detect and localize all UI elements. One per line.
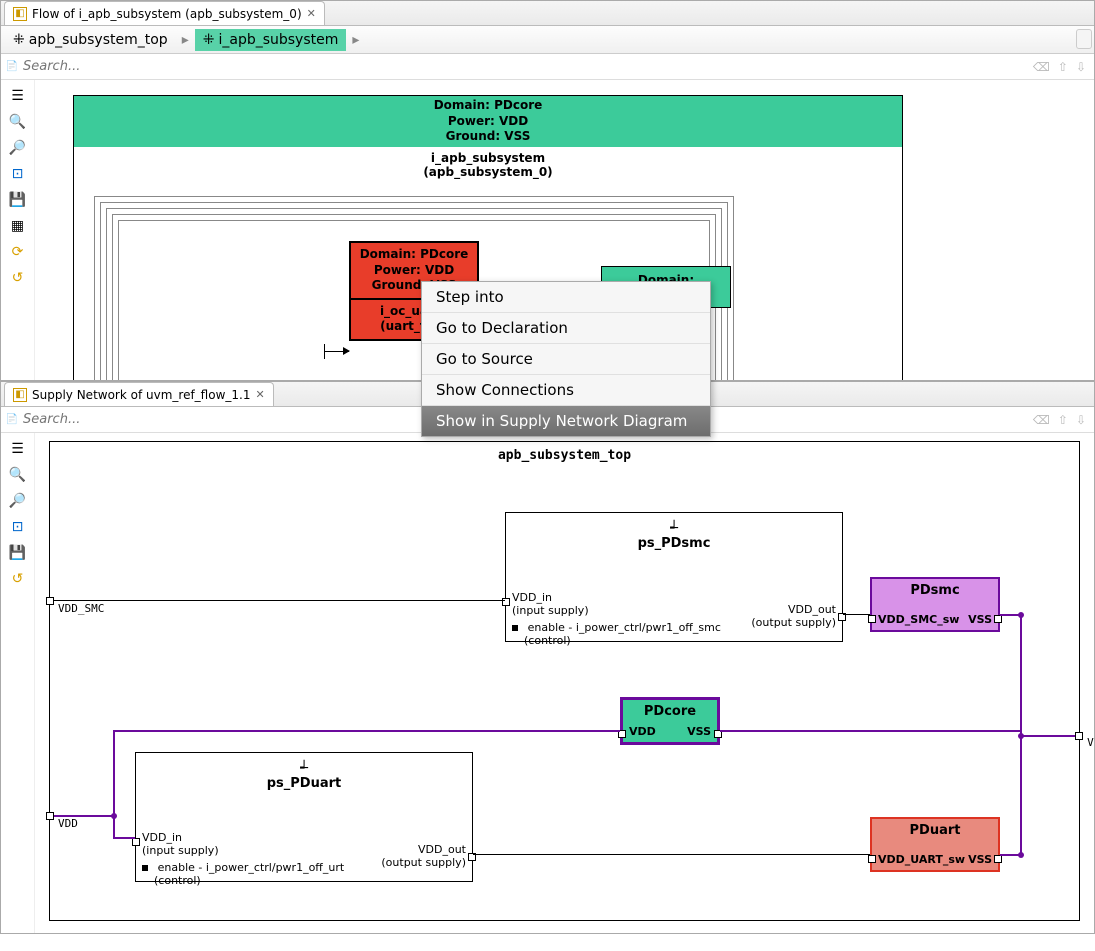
supply-network-pane: ◧ Supply Network of uvm_ref_flow_1.1 ✕ 📄… [0,381,1095,934]
ctx-show-supply-network[interactable]: Show in Supply Network Diagram [422,406,710,436]
domain-header: Domain: PDcore Power: VDD Ground: VSS [74,96,902,147]
chip-icon: ⁜ [203,32,215,48]
ps-pdsmc-block[interactable]: ┵ ps_PDsmc VDD_in (input supply) enable … [505,512,843,642]
pdcore-block[interactable]: PDcore VDD VSS [620,697,720,745]
label-vdd-smc: VDD_SMC [58,602,104,615]
loop-icon[interactable]: ↺ [10,270,26,286]
block-title: i_apb_subsystem (apb_subsystem_0) [74,147,902,183]
port-vdd-smc[interactable] [46,597,54,605]
left-toolbar: ☰ 🔍 🔎 ⊡ 💾 ↺ [1,433,35,933]
zoom-in-icon[interactable]: 🔍 [10,114,26,130]
filter-icon[interactable]: 📄 [5,413,19,427]
top-block-title: apb_subsystem_top [50,442,1079,469]
supply-body: ☰ 🔍 🔎 ⊡ 💾 ↺ apb_subsystem_top VDD_SMC VD… [1,433,1094,933]
search-bar: 📄 ⌫ ⇧ ⇩ [1,54,1094,80]
wire [473,854,870,855]
zoom-in-icon[interactable]: 🔍 [10,467,26,483]
refresh-icon[interactable]: ⟳ [10,244,26,260]
tab-label: Flow of i_apb_subsystem (apb_subsystem_0… [32,7,302,21]
ctx-go-to-source[interactable]: Go to Source [422,344,710,375]
port-vdd[interactable] [46,812,54,820]
pdsmc-block[interactable]: PDsmc VDD_SMC_sw VSS [870,577,1000,632]
search-tools: ⌫ ⇧ ⇩ [1033,413,1090,427]
search-input[interactable] [23,59,1029,74]
chevron-right-icon: ▸ [180,32,191,48]
search-tools: ⌫ ⇧ ⇩ [1033,60,1090,74]
flow-icon: ◧ [13,7,27,21]
zoom-fit-icon[interactable]: ⊡ [10,166,26,182]
zoom-out-icon[interactable]: 🔎 [10,493,26,509]
ps-pduart-block[interactable]: ┵ ps_PDuart VDD_in (input supply) enable… [135,752,473,882]
chip-icon: ⁜ [13,32,25,48]
loop-icon[interactable]: ↺ [10,571,26,587]
ctx-show-connections[interactable]: Show Connections [422,375,710,406]
clear-icon[interactable]: ⌫ [1033,60,1050,74]
label-vss: VSS [1087,736,1094,749]
save-icon[interactable]: 💾 [10,192,26,208]
arrow-icon [343,347,350,355]
top-block[interactable]: apb_subsystem_top VDD_SMC VDD VSS ┵ ps_P… [49,441,1080,921]
supply-canvas[interactable]: apb_subsystem_top VDD_SMC VDD VSS ┵ ps_P… [35,433,1094,933]
zoom-out-icon[interactable]: 🔎 [10,140,26,156]
ctx-step-into[interactable]: Step into [422,282,710,313]
grid-icon[interactable]: ▦ [10,218,26,234]
breadcrumb-item-top[interactable]: ⁜ apb_subsystem_top [5,29,176,51]
save-icon[interactable]: 💾 [10,545,26,561]
filter-icon[interactable]: 📄 [5,60,19,74]
tab-supply-network[interactable]: ◧ Supply Network of uvm_ref_flow_1.1 ✕ [4,382,274,406]
breadcrumb: ⁜ apb_subsystem_top ▸ ⁜ i_apb_subsystem … [1,26,1094,54]
chevron-right-icon: ▸ [350,32,361,48]
wire [843,614,870,615]
wire [720,730,1022,732]
clear-icon[interactable]: ⌫ [1033,413,1050,427]
breadcrumb-item-subsystem[interactable]: ⁜ i_apb_subsystem [195,29,347,51]
tree-icon[interactable]: ☰ [10,441,26,457]
left-toolbar: ☰ 🔍 🔎 ⊡ 💾 ▦ ⟳ ↺ [1,80,35,380]
down-icon[interactable]: ⇩ [1076,60,1086,74]
down-icon[interactable]: ⇩ [1076,413,1086,427]
overflow-button[interactable] [1076,29,1092,49]
net-icon: ◧ [13,388,27,402]
close-icon[interactable]: ✕ [255,388,264,401]
tab-bar: ◧ Flow of i_apb_subsystem (apb_subsystem… [1,1,1094,26]
up-icon[interactable]: ⇧ [1058,413,1068,427]
context-menu: Step into Go to Declaration Go to Source… [421,281,711,437]
wire [113,730,115,817]
tab-flow[interactable]: ◧ Flow of i_apb_subsystem (apb_subsystem… [4,1,325,25]
breadcrumb-label: apb_subsystem_top [29,32,168,48]
wire [1020,735,1060,737]
wire [54,815,114,817]
tab-label: Supply Network of uvm_ref_flow_1.1 [32,388,250,402]
up-icon[interactable]: ⇧ [1058,60,1068,74]
label-vdd: VDD [58,817,78,830]
pduart-block[interactable]: PDuart VDD_UART_sw VSS [870,817,1000,872]
wire [113,730,620,732]
zoom-fit-icon[interactable]: ⊡ [10,519,26,535]
wire [113,837,135,839]
ctx-go-to-declaration[interactable]: Go to Declaration [422,313,710,344]
port-vss[interactable] [1075,732,1083,740]
close-icon[interactable]: ✕ [307,7,316,20]
breadcrumb-label: i_apb_subsystem [218,32,338,48]
wire [54,600,505,601]
wire [324,344,325,359]
tree-icon[interactable]: ☰ [10,88,26,104]
